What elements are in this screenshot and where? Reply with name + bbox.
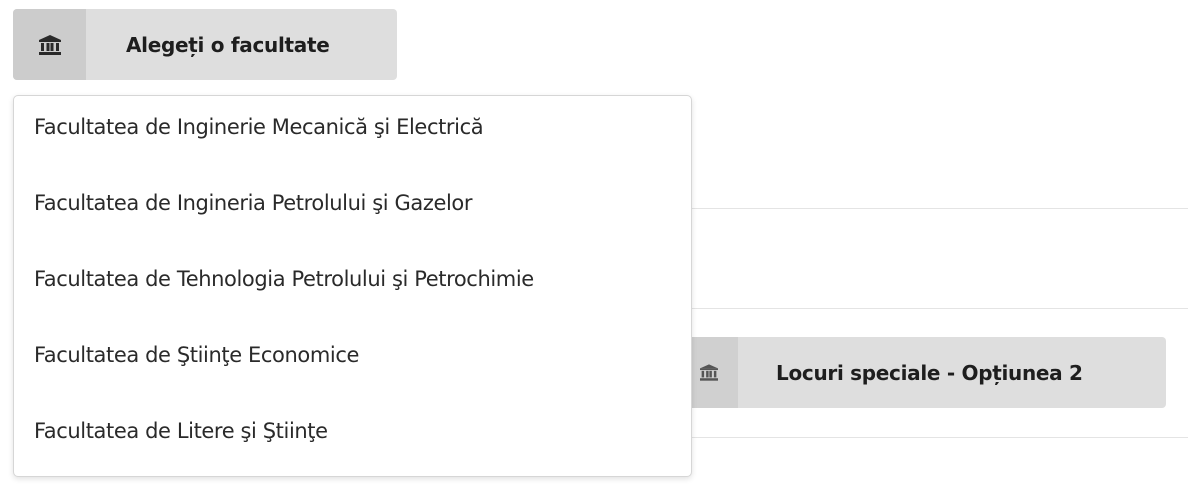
faculty-option[interactable]: Facultatea de Tehnologia Petrolului şi P… <box>14 259 691 335</box>
special-places-option-2-button[interactable]: Locuri speciale - Opțiunea 2 <box>662 337 1166 408</box>
faculty-option[interactable]: Facultatea de Ştiinţe Economice <box>14 335 691 411</box>
faculty-select-label: Alegeți o facultate <box>126 32 330 57</box>
bank-icon <box>38 34 61 55</box>
bank-icon <box>700 364 718 381</box>
section-divider <box>690 208 1188 209</box>
faculty-select-button[interactable]: Alegeți o facultate <box>13 9 397 80</box>
faculty-option[interactable]: Facultatea de Ingineria Petrolului şi Ga… <box>14 183 691 259</box>
section-divider <box>690 308 1188 309</box>
faculty-select-icon-box <box>13 9 86 80</box>
special-places-label: Locuri speciale - Opțiunea 2 <box>776 360 1083 385</box>
faculty-option[interactable]: Facultatea de Inginerie Mecanică şi Elec… <box>14 107 691 183</box>
faculty-options-list: Facultatea de Inginerie Mecanică şi Elec… <box>14 96 691 487</box>
faculty-option[interactable]: Facultatea de Litere şi Ştiinţe <box>14 411 691 487</box>
faculty-dropdown-menu: Facultatea de Inginerie Mecanică şi Elec… <box>13 95 692 477</box>
section-divider <box>690 437 1188 438</box>
